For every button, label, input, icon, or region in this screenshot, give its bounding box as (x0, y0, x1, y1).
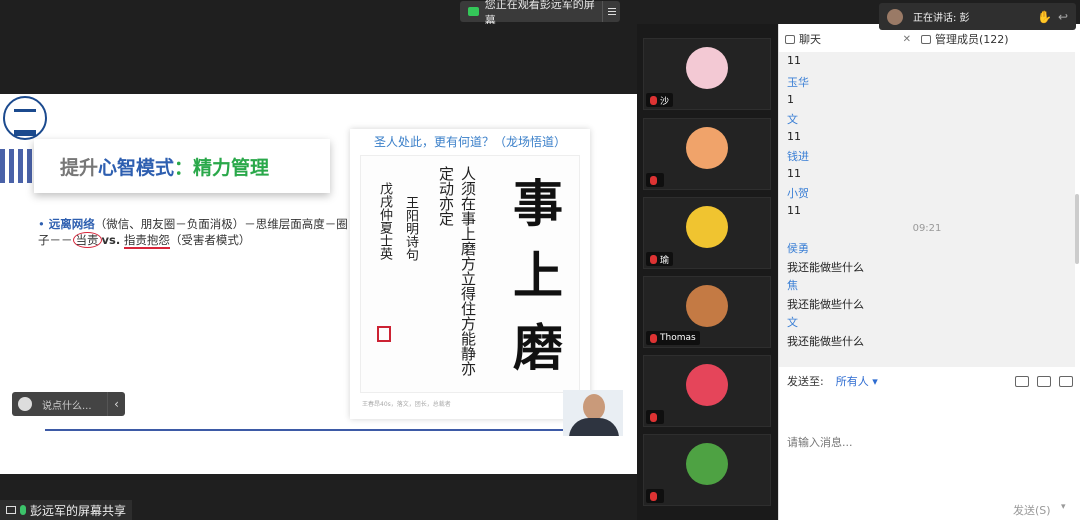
participant-tile[interactable] (643, 118, 771, 190)
calligraphy-footer: 王春昂40s，落文，团长，总裁者 (362, 401, 451, 408)
calligraphy-char-3: 磨 (513, 318, 563, 377)
chat-input[interactable] (787, 392, 1073, 492)
presentation-slide: 提升 心智模式 ：精力管理 • 远离网络（微信、朋友圈－负面消极）－思维层面高度－… (0, 94, 637, 474)
chat-icon (785, 34, 795, 44)
calligraphy-char-1: 事 (513, 174, 563, 233)
members-icon (921, 34, 931, 44)
participant-tile[interactable]: 瑜 (643, 197, 771, 269)
participant-tile[interactable]: 沙 (643, 38, 771, 110)
send-to-select[interactable]: 所有人 ▾ (836, 373, 878, 389)
participant-avatar (686, 285, 728, 327)
shared-screen: 提升 心智模式 ：精力管理 • 远离网络（微信、朋友圈－负面消极）－思维层面高度－… (0, 24, 637, 520)
muted-mic-icon (650, 491, 657, 501)
participant-video-column: 沙 瑜 Thomas (637, 24, 778, 520)
chat-message: 11 (787, 204, 801, 217)
chat-sender: 侯勇 (787, 242, 809, 255)
comment-placeholder[interactable]: 说点什么... (42, 397, 92, 412)
chat-message: 我还能做些什么 (787, 261, 864, 274)
chat-sender: 玉华 (787, 76, 809, 89)
chat-sender: 钱进 (787, 150, 809, 163)
user-icon[interactable] (1059, 375, 1073, 387)
screen-share-label: 彭远军的屏幕共享 (0, 500, 133, 520)
calligraphy-paper: 事 上 磨 人须在事上磨方立得住方能静亦定动亦定 王阳明诗句 戊戌仲夏士英 (360, 155, 580, 393)
menu-icon[interactable] (602, 1, 620, 22)
calligraphy-attribution: 王阳明诗句 (403, 196, 418, 261)
chat-message: 我还能做些什么 (787, 335, 864, 348)
close-icon[interactable]: ✕ (903, 34, 911, 45)
chat-message: 我还能做些什么 (787, 298, 864, 311)
participant-avatar (686, 47, 728, 89)
participant-avatar (686, 206, 728, 248)
school-logo (3, 96, 47, 140)
calligraphy-poem: 人须在事上磨方立得住方能静亦定动亦定 (437, 166, 477, 376)
send-target-row: 发送至: 所有人 ▾ (787, 373, 1073, 389)
chat-sender: 文 (787, 316, 798, 329)
speaker-avatar (887, 8, 903, 25)
muted-mic-icon (650, 333, 657, 343)
chat-message: 11 (787, 167, 801, 180)
tab-chat[interactable]: 聊天 ✕ (779, 30, 915, 48)
muted-mic-icon (650, 412, 657, 422)
calligraphy-signature: 戊戌仲夏士英 (377, 182, 392, 260)
chat-sender: 小贺 (787, 187, 809, 200)
chat-message: 11 (787, 130, 801, 143)
slide-title-part3: ：精力管理 (174, 156, 270, 179)
send-button[interactable]: 发送(S) (1013, 502, 1053, 518)
slide-footer-line (45, 429, 565, 431)
participant-avatar (686, 443, 728, 485)
slide-bullet: • 远离网络（微信、朋友圈－负面消极）－思维层面高度－圈子－－ 当责 vs. 指责抱怨… (38, 217, 348, 249)
collapse-chevron-icon[interactable]: ‹ (107, 392, 125, 416)
muted-mic-icon (650, 254, 657, 264)
chat-panel: 聊天 ✕ 管理成员(122) 11 玉华 1 文 11 钱进 11 小贺 11 … (778, 24, 1080, 520)
chat-timestamp: 09:21 (912, 223, 942, 234)
bullet-underlined: 指责抱怨 (123, 233, 170, 249)
send-options-chevron-icon[interactable]: ▾ (1061, 502, 1066, 512)
speaking-label: 正在讲话: 彭 (913, 13, 970, 24)
tab-members[interactable]: 管理成员(122) (915, 30, 1009, 48)
screenshot-icon[interactable] (1037, 375, 1051, 387)
comment-bar[interactable]: 说点什么... ‹ (12, 392, 125, 416)
chat-message: 1 (787, 93, 794, 106)
muted-mic-icon (650, 175, 657, 185)
folder-icon[interactable] (1015, 375, 1029, 387)
muted-mic-icon (650, 95, 657, 105)
camera-icon (468, 7, 479, 16)
chat-message: 11 (787, 54, 801, 67)
chat-sender: 文 (787, 113, 798, 126)
monitor-icon (6, 506, 16, 514)
bullet-vs: vs. (101, 233, 121, 247)
chat-scrollbar[interactable] (1075, 194, 1079, 264)
send-to-label: 发送至: (787, 375, 824, 388)
chat-tabs: 聊天 ✕ 管理成员(122) (779, 30, 1080, 48)
return-icon[interactable]: ↩ (1058, 10, 1068, 24)
bullet-highlight: 远离网络 (48, 217, 95, 231)
calligraphy-caption: 圣人处此，更有何道？（龙场悟道） (373, 135, 566, 149)
participant-tile[interactable] (643, 434, 771, 506)
speaking-indicator: 正在讲话: 彭 ✋ ↩ (879, 3, 1076, 30)
calligraphy-card: 圣人处此，更有何道？（龙场悟道） 事 上 磨 人须在事上磨方立得住方能静亦定动亦… (350, 129, 590, 419)
participant-tile[interactable] (643, 355, 771, 427)
presenter-video (563, 390, 623, 436)
emoji-icon[interactable] (18, 397, 32, 411)
hand-icon[interactable]: ✋ (1037, 10, 1052, 24)
title-decor-bars (0, 149, 32, 183)
red-seal (377, 326, 391, 342)
screen-share-banner[interactable]: 您正在观看彭远军的屏幕 (460, 0, 620, 27)
participant-avatar (686, 364, 728, 406)
mic-icon (20, 505, 26, 515)
participant-tile[interactable]: Thomas (643, 276, 771, 348)
calligraphy-char-2: 上 (513, 246, 563, 305)
slide-title-part1: 提升 (60, 156, 99, 179)
participant-avatar (686, 127, 728, 169)
bullet-circled: 当责 (72, 232, 102, 248)
chat-sender: 焦 (787, 279, 798, 292)
bullet-part3: （受害者模式） (169, 233, 251, 247)
chat-message-list[interactable]: 11 玉华 1 文 11 钱进 11 小贺 11 09:21 侯勇 我还能做些什… (779, 52, 1075, 367)
slide-title-part2: 心智模式 (98, 156, 175, 179)
slide-title: 提升 心智模式 ：精力管理 (34, 139, 330, 193)
